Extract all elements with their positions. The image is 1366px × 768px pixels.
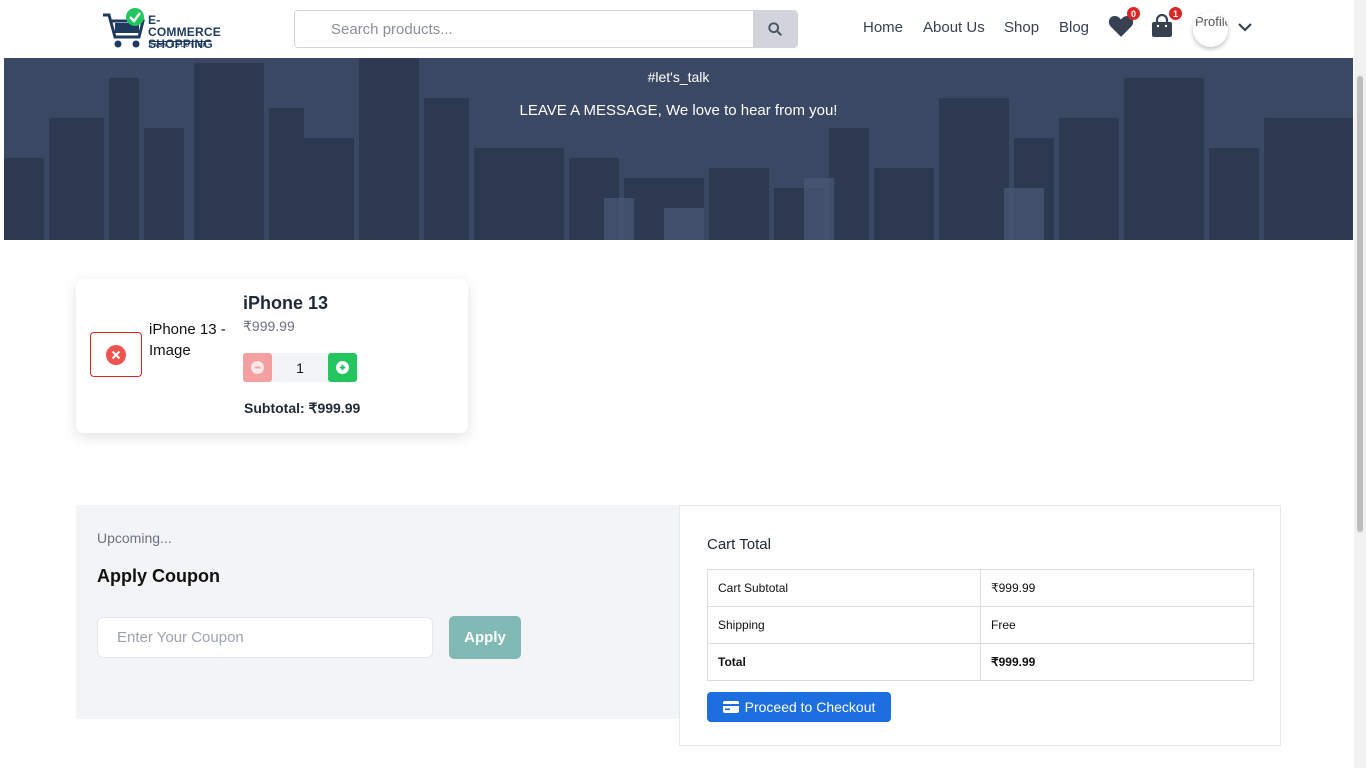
apply-coupon-button[interactable]: Apply xyxy=(449,616,521,659)
row-label: Total xyxy=(707,643,981,681)
cart-total-title: Cart Total xyxy=(707,536,771,553)
row-label: Shipping xyxy=(707,606,981,644)
logo-line1: E-COMMERCE xyxy=(148,13,221,39)
search-input[interactable] xyxy=(295,11,753,47)
coupon-upcoming-label: Upcoming... xyxy=(97,530,172,546)
proceed-to-checkout-button[interactable]: Proceed to Checkout xyxy=(707,692,891,722)
header: E-COMMERCE SHOPPING EASY SOLUTION Home A… xyxy=(0,0,1354,58)
checkout-label: Proceed to Checkout xyxy=(744,699,876,715)
increase-quantity-button[interactable] xyxy=(328,353,357,382)
close-circle-icon xyxy=(106,344,126,365)
nav-home[interactable]: Home xyxy=(863,19,903,36)
coupon-title: Apply Coupon xyxy=(97,566,220,586)
cart-total-table: Cart Subtotal ₹999.99 Shipping Free Tota… xyxy=(707,569,1254,681)
item-subtotal: Subtotal: ₹999.99 xyxy=(244,400,361,416)
city-skyline-image xyxy=(4,58,1353,240)
product-price: ₹999.99 xyxy=(243,318,295,334)
page: E-COMMERCE SHOPPING EASY SOLUTION Home A… xyxy=(0,0,1366,768)
scrollbar-thumb[interactable] xyxy=(1357,76,1363,532)
coupon-input[interactable] xyxy=(97,617,433,658)
nav-blog[interactable]: Blog xyxy=(1059,19,1089,36)
wishlist-count-badge: 0 xyxy=(1127,7,1140,20)
credit-card-icon xyxy=(722,701,739,713)
search-bar xyxy=(294,10,798,48)
quantity-value[interactable]: 1 xyxy=(272,353,328,382)
avatar[interactable]: Profile xyxy=(1193,12,1228,47)
nav-about-us[interactable]: About Us xyxy=(923,19,985,36)
minus-circle-icon xyxy=(251,361,264,374)
logo-tagline: EASY SOLUTION xyxy=(149,41,211,49)
table-row: Cart Subtotal ₹999.99 xyxy=(707,569,1254,607)
site-logo[interactable]: E-COMMERCE SHOPPING EASY SOLUTION xyxy=(101,7,231,51)
search-button[interactable] xyxy=(753,11,797,47)
cart-button[interactable]: 1 xyxy=(1150,7,1182,40)
cart-total-panel: Cart Total Cart Subtotal ₹999.99 Shippin… xyxy=(679,505,1281,746)
row-value: Free xyxy=(980,606,1254,644)
cart-logo-icon xyxy=(103,8,145,48)
quantity-stepper: 1 xyxy=(243,353,357,382)
wishlist-button[interactable]: 0 xyxy=(1108,7,1140,40)
table-row: Shipping Free xyxy=(707,606,1254,644)
avatar-alt-text: Profile xyxy=(1195,14,1228,29)
chevron-down-icon[interactable] xyxy=(1237,19,1253,35)
coupon-section: Upcoming... Apply Coupon Apply xyxy=(76,505,680,719)
cart-count-badge: 1 xyxy=(1169,7,1182,20)
table-row: Total ₹999.99 xyxy=(707,643,1254,681)
decrease-quantity-button[interactable] xyxy=(243,353,272,382)
product-name: iPhone 13 xyxy=(243,293,329,313)
nav-shop[interactable]: Shop xyxy=(1004,19,1039,36)
search-icon xyxy=(768,22,782,36)
remove-item-button[interactable] xyxy=(90,332,142,377)
hero-banner: #let's_talk LEAVE A MESSAGE, We love to … xyxy=(4,58,1353,240)
product-image: iPhone 13 - Image xyxy=(149,321,226,359)
page-scrollbar[interactable] xyxy=(1354,0,1366,768)
hero-tag: #let's_talk xyxy=(647,69,710,85)
plus-circle-icon xyxy=(336,361,349,374)
row-label: Cart Subtotal xyxy=(707,569,981,607)
cart-item-card: iPhone 13 - Image iPhone 13 ₹999.99 1 Su… xyxy=(76,279,468,433)
row-value: ₹999.99 xyxy=(980,643,1254,681)
row-value: ₹999.99 xyxy=(980,569,1254,607)
hero-message: LEAVE A MESSAGE, We love to hear from yo… xyxy=(519,102,838,119)
